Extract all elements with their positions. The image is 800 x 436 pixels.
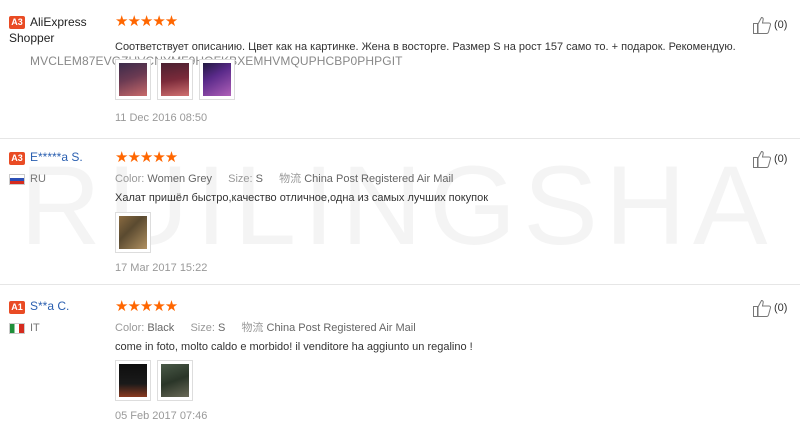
review-photo-thumb[interactable]: [115, 59, 151, 100]
star-rating: ★★★★★: [115, 13, 178, 30]
thumbs-up-icon: [753, 150, 772, 168]
buyer-country: IT: [30, 322, 40, 334]
order-info: Color: Women Grey Size: S 物流 China Post …: [115, 170, 453, 186]
color-label: Color:: [115, 173, 145, 185]
buyer-name[interactable]: S**a C.: [30, 299, 69, 314]
helpful-count: (0): [774, 302, 788, 314]
review-text: Халат пришёл быстро,качество отличное,од…: [115, 192, 489, 204]
review-item: A1 S**a C. IT ★★★★★ Color: Black Size: S…: [0, 285, 800, 436]
logistics-label: 物流: [279, 173, 302, 185]
logistics-value: China Post Registered Air Mail: [266, 322, 416, 334]
logistics-value: China Post Registered Air Mail: [304, 173, 454, 185]
buyer-name[interactable]: AliExpress: [30, 15, 87, 30]
review-photos: [115, 212, 151, 253]
review-photo-thumb[interactable]: [115, 360, 151, 401]
review-photo-thumb[interactable]: [199, 59, 235, 100]
color-value: Black: [147, 322, 175, 334]
buyer-country: RU: [30, 173, 46, 185]
review-photos: [115, 59, 235, 100]
review-photos: [115, 360, 193, 401]
helpful-count: (0): [774, 153, 788, 165]
size-value: S: [255, 173, 263, 185]
buyer-level-badge: A3: [9, 16, 25, 29]
size-label: Size:: [228, 173, 253, 185]
size-label: Size:: [190, 322, 215, 334]
review-item: A3 AliExpress Shopper MVCLEM87EVGZHVCNYM…: [0, 0, 800, 138]
helpful-count: (0): [774, 19, 788, 31]
review-photo-thumb[interactable]: [157, 360, 193, 401]
helpful-button[interactable]: (0): [752, 298, 787, 318]
thumbs-up-icon: [753, 299, 772, 317]
review-photo-thumb[interactable]: [157, 59, 193, 100]
helpful-button[interactable]: (0): [752, 15, 787, 35]
color-label: Color:: [115, 322, 145, 334]
order-info: Color: Black Size: S 物流 China Post Regis…: [115, 319, 416, 335]
logistics-label: 物流: [241, 322, 264, 334]
flag-ru-icon: [9, 174, 25, 185]
size-value: S: [217, 322, 226, 334]
helpful-button[interactable]: (0): [752, 149, 787, 169]
review-item: A3 E*****a S. RU ★★★★★ Color: Women Grey…: [0, 139, 800, 284]
review-date: 05 Feb 2017 07:46: [115, 410, 208, 422]
buyer-level-badge: A3: [9, 152, 25, 165]
star-rating: ★★★★★: [115, 149, 178, 166]
review-text: come in foto, molto caldo e morbido! il …: [115, 341, 473, 353]
review-date: 17 Mar 2017 15:22: [115, 262, 208, 274]
review-photo-thumb[interactable]: [115, 212, 151, 253]
color-value: Women Grey: [147, 173, 212, 185]
review-date: 11 Dec 2016 08:50: [115, 112, 208, 124]
review-text: Соответствует описанию. Цвет как на карт…: [115, 41, 736, 53]
thumbs-up-icon: [753, 16, 772, 34]
buyer-level-badge: A1: [9, 301, 25, 314]
buyer-name-line2: Shopper: [9, 31, 55, 45]
star-rating: ★★★★★: [115, 298, 178, 315]
flag-it-icon: [9, 323, 25, 334]
buyer-name[interactable]: E*****a S.: [30, 150, 83, 165]
